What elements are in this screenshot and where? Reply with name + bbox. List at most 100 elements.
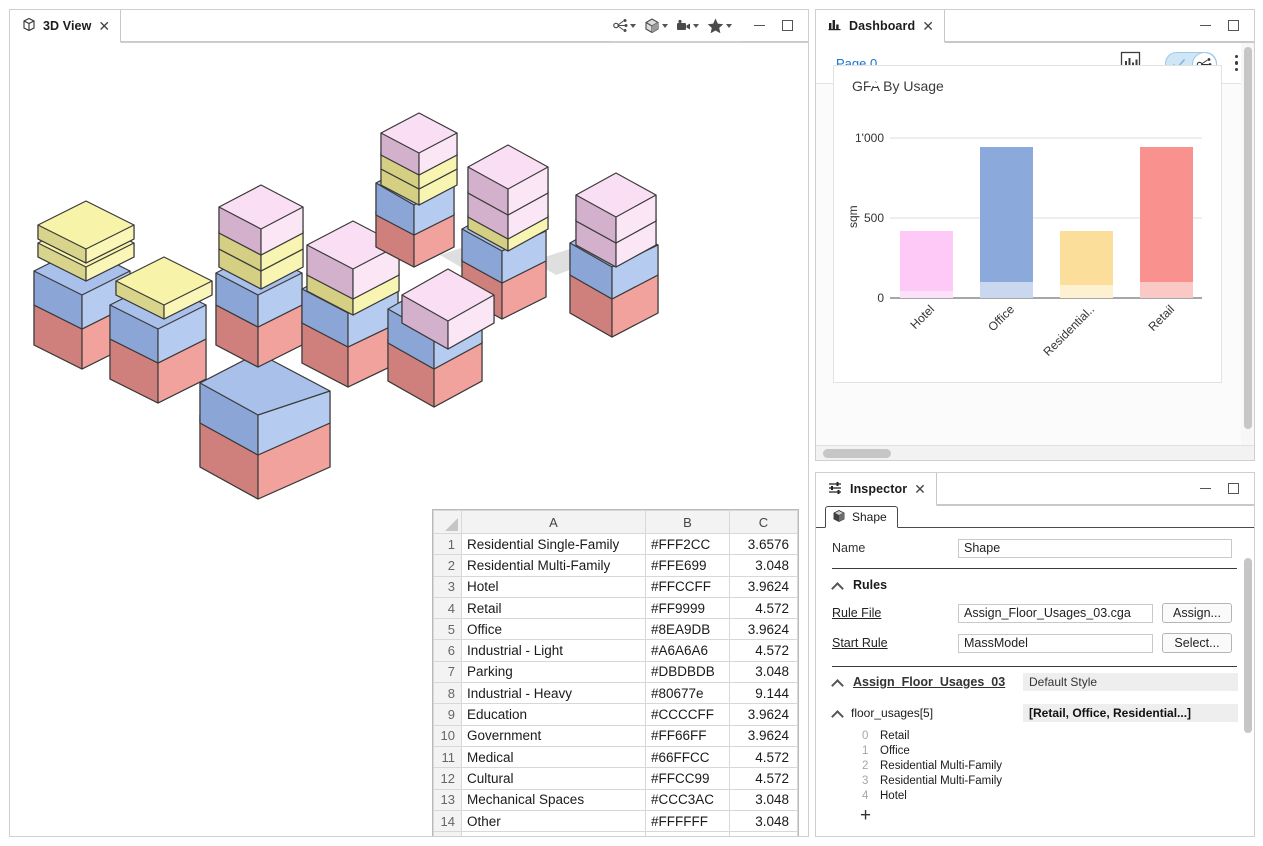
cell-height[interactable]: 3.9624	[730, 704, 798, 725]
dashboard-vertical-scrollbar[interactable]	[1241, 43, 1254, 445]
3d-viewport[interactable]: A B C 1Residential Single-Family#FFF2CC3…	[10, 43, 808, 836]
dashboard-vscroll-thumb[interactable]	[1244, 47, 1252, 429]
row-number[interactable]: 8	[434, 683, 462, 704]
array-value[interactable]: Residential Multi-Family	[880, 760, 1002, 772]
cell-color-hex[interactable]: #CCC3AC	[646, 789, 730, 810]
cell-height[interactable]: 10.668	[730, 832, 798, 836]
subtab-shape[interactable]: Shape	[825, 506, 898, 528]
navigation-tool-button[interactable]	[610, 17, 638, 34]
cell-height[interactable]: 3.9624	[730, 619, 798, 640]
column-header-b[interactable]: B	[646, 511, 730, 534]
maximize-button[interactable]	[1226, 19, 1240, 33]
cell-height[interactable]: 9.144	[730, 683, 798, 704]
close-icon[interactable]: ✕	[922, 19, 934, 33]
gfa-by-usage-chart[interactable]: 1'000 500 0 sqm	[834, 66, 1223, 384]
list-item[interactable]: 2Residential Multi-Family	[816, 758, 1254, 773]
cell-usage-name[interactable]: Industrial - Warehouse	[462, 832, 646, 836]
cell-color-hex[interactable]: #66FFCC	[646, 746, 730, 767]
close-icon[interactable]: ✕	[914, 482, 926, 496]
dashboard-horizontal-scrollbar[interactable]	[816, 445, 1254, 460]
cell-usage-name[interactable]: Other	[462, 810, 646, 831]
bookmark-tool-button[interactable]	[704, 17, 734, 35]
row-number[interactable]: 10	[434, 725, 462, 746]
table-row[interactable]: 15Industrial - Warehouse#A6A6A610.668	[434, 832, 798, 836]
attribute-header[interactable]: floor_usages[5] [Retail, Office, Residen…	[816, 701, 1254, 724]
array-value[interactable]: Hotel	[880, 790, 907, 802]
row-number[interactable]: 4	[434, 597, 462, 618]
cell-color-hex[interactable]: #FF66FF	[646, 725, 730, 746]
row-number[interactable]: 3	[434, 576, 462, 597]
bar-residential-ground[interactable]	[1060, 285, 1113, 298]
cell-color-hex[interactable]: #A6A6A6	[646, 640, 730, 661]
rules-section-header[interactable]: Rules	[816, 569, 1254, 598]
table-row[interactable]: 14Other#FFFFFF3.048	[434, 810, 798, 831]
list-item[interactable]: 4Hotel	[816, 788, 1254, 803]
cell-height[interactable]: 4.572	[730, 640, 798, 661]
tab-inspector[interactable]: Inspector ✕	[816, 473, 937, 506]
cell-usage-name[interactable]: Residential Multi-Family	[462, 555, 646, 576]
name-input[interactable]: Shape	[958, 539, 1232, 558]
row-number[interactable]: 6	[434, 640, 462, 661]
cell-usage-name[interactable]: Cultural	[462, 768, 646, 789]
chevron-down-icon[interactable]	[662, 24, 668, 28]
cell-height[interactable]: 4.572	[730, 597, 798, 618]
cell-usage-name[interactable]: Industrial - Heavy	[462, 683, 646, 704]
row-number[interactable]: 5	[434, 619, 462, 640]
cell-usage-name[interactable]: Hotel	[462, 576, 646, 597]
row-number[interactable]: 15	[434, 832, 462, 836]
bar-hotel[interactable]	[900, 231, 953, 298]
start-rule-label[interactable]: Start Rule	[832, 636, 958, 650]
chevron-up-icon[interactable]	[832, 677, 843, 688]
table-row[interactable]: 13Mechanical Spaces#CCC3AC3.048	[434, 789, 798, 810]
cell-usage-name[interactable]: Medical	[462, 746, 646, 767]
row-number[interactable]: 7	[434, 661, 462, 682]
inspector-vertical-scrollbar[interactable]	[1244, 558, 1252, 733]
list-item[interactable]: 3Residential Multi-Family	[816, 773, 1254, 788]
row-number[interactable]: 9	[434, 704, 462, 725]
cell-color-hex[interactable]: #FFF2CC	[646, 534, 730, 555]
rule-file-label[interactable]: Rule File	[832, 606, 958, 620]
attribute-value[interactable]: [Retail, Office, Residential...]	[1023, 704, 1238, 722]
cell-color-hex[interactable]: #8EA9DB	[646, 619, 730, 640]
close-icon[interactable]: ✕	[98, 19, 110, 33]
row-number[interactable]: 1	[434, 534, 462, 555]
cell-usage-name[interactable]: Retail	[462, 597, 646, 618]
list-item[interactable]: 1Office	[816, 743, 1254, 758]
chevron-down-icon[interactable]	[726, 24, 732, 28]
bar-hotel-ground[interactable]	[900, 291, 953, 298]
bar-office[interactable]	[980, 147, 1033, 298]
cell-usage-name[interactable]: Office	[462, 619, 646, 640]
cell-usage-name[interactable]: Parking	[462, 661, 646, 682]
table-row[interactable]: 1Residential Single-Family#FFF2CC3.6576	[434, 534, 798, 555]
row-number[interactable]: 2	[434, 555, 462, 576]
bar-retail-ground[interactable]	[1140, 282, 1193, 298]
list-item[interactable]: 0Retail	[816, 728, 1254, 743]
dashboard-hscroll-thumb[interactable]	[823, 449, 891, 458]
cell-color-hex[interactable]: #CCCCFF	[646, 704, 730, 725]
rule-file-input[interactable]: Assign_Floor_Usages_03.cga	[958, 604, 1153, 623]
bar-office-ground[interactable]	[980, 282, 1033, 298]
cell-usage-name[interactable]: Education	[462, 704, 646, 725]
array-value[interactable]: Retail	[880, 730, 909, 742]
usage-table[interactable]: A B C 1Residential Single-Family#FFF2CC3…	[432, 509, 799, 836]
minimize-button[interactable]	[1198, 19, 1212, 33]
cell-usage-name[interactable]: Residential Single-Family	[462, 534, 646, 555]
chevron-down-icon[interactable]	[693, 24, 699, 28]
select-button[interactable]: Select...	[1162, 633, 1232, 653]
table-row[interactable]: 8Industrial - Heavy#80677e9.144	[434, 683, 798, 704]
row-number[interactable]: 11	[434, 746, 462, 767]
minimize-button[interactable]	[1198, 482, 1212, 496]
cell-usage-name[interactable]: Mechanical Spaces	[462, 789, 646, 810]
cell-color-hex[interactable]: #A6A6A6	[646, 832, 730, 836]
table-row[interactable]: 2Residential Multi-Family#FFE6993.048	[434, 555, 798, 576]
cell-usage-name[interactable]: Government	[462, 725, 646, 746]
chevron-up-icon[interactable]	[832, 580, 843, 591]
cell-color-hex[interactable]: #FFE699	[646, 555, 730, 576]
bar-retail[interactable]	[1140, 147, 1193, 298]
select-all-corner[interactable]	[434, 511, 462, 534]
cell-height[interactable]: 3.048	[730, 555, 798, 576]
column-header-a[interactable]: A	[462, 511, 646, 534]
column-header-c[interactable]: C	[730, 511, 798, 534]
maximize-button[interactable]	[780, 19, 794, 33]
tab-dashboard[interactable]: Dashboard ✕	[816, 10, 945, 43]
